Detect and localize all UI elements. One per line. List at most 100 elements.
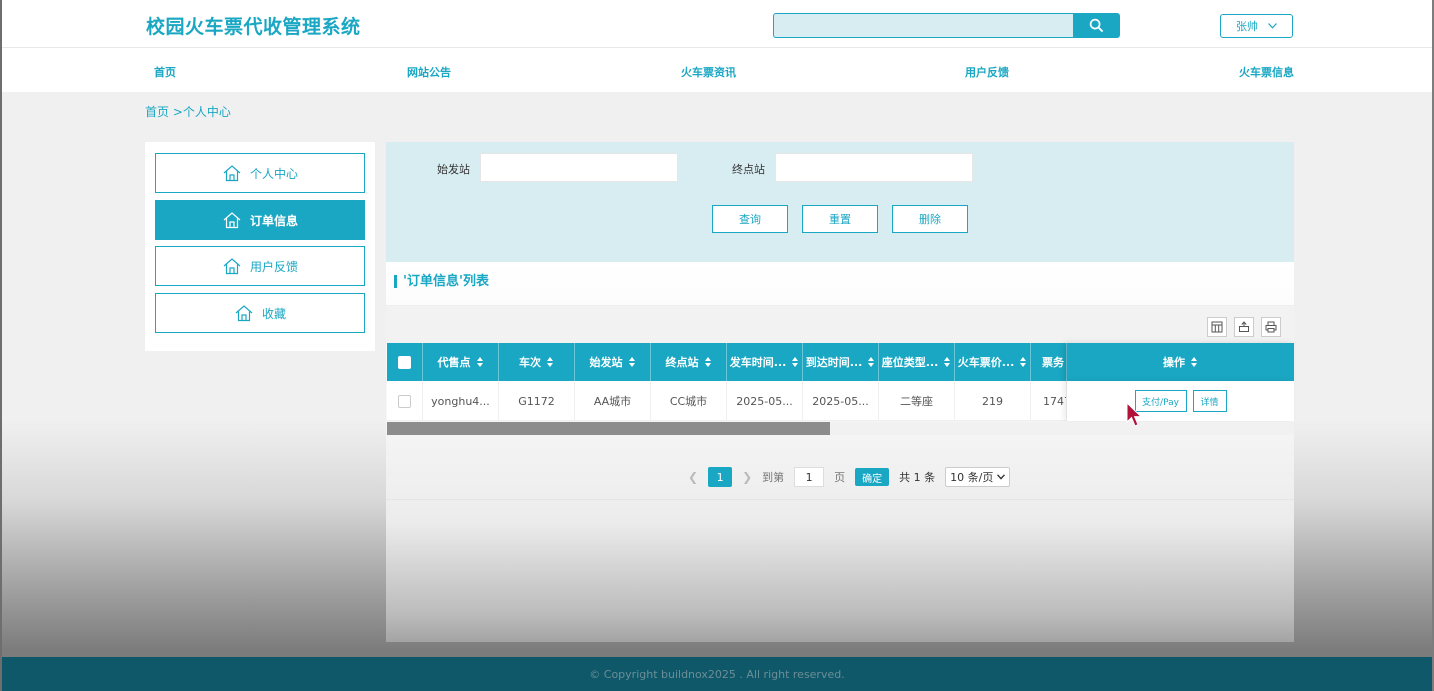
cell-arrival-time: 2025-05... [803, 381, 879, 421]
sidebar-item-label: 用户反馈 [249, 259, 298, 274]
table-row[interactable]: yonghu4... G1172 AA城市 CC城市 2025-05... 20… [387, 381, 1067, 421]
table-header: 代售点 车次 始发站 终点站 发车时间... 到达时间... 座位类型... 火… [387, 343, 1067, 381]
divider [386, 499, 1294, 500]
column-label: 车次 [519, 356, 541, 369]
sort-icon[interactable] [944, 357, 951, 367]
list-panel: '订单信息'列表 [386, 262, 1294, 642]
user-name: 张帅 [1236, 20, 1258, 33]
nav-item-home[interactable]: 首页 [154, 64, 176, 80]
mouse-cursor-icon [1126, 402, 1143, 427]
pagination: ❮ 1 ❯ 到第 1 页 确定 共 1 条 10 条/页 [688, 467, 1011, 487]
prev-page-icon[interactable]: ❮ [688, 470, 698, 484]
operation-cell: 支付/Pay 详情 [1067, 381, 1294, 421]
table-toolbar [386, 306, 1294, 344]
export-icon[interactable] [1234, 317, 1254, 337]
sort-icon[interactable] [547, 357, 554, 367]
print-icon[interactable] [1261, 317, 1281, 337]
scrollbar-thumb[interactable] [387, 422, 830, 435]
goto-confirm-button[interactable]: 确定 [855, 468, 890, 486]
search-button[interactable] [1073, 13, 1120, 38]
sort-icon[interactable] [1020, 357, 1027, 367]
cell-destination: CC城市 [651, 381, 727, 421]
page-size-select[interactable]: 10 条/页 [945, 467, 1011, 487]
column-header-seat-type[interactable]: 座位类型... [879, 343, 955, 381]
home-icon [223, 258, 241, 275]
search-input[interactable] [773, 13, 1073, 38]
sort-icon[interactable] [792, 357, 799, 367]
home-icon [235, 305, 253, 322]
next-page-icon[interactable]: ❯ [742, 470, 752, 484]
user-menu-button[interactable]: 张帅 [1220, 14, 1293, 38]
destination-input[interactable] [775, 153, 973, 182]
sort-icon[interactable] [628, 357, 636, 367]
cell-ticket-service: 1747 [1031, 381, 1067, 421]
cell-origin: AA城市 [575, 381, 651, 421]
checkbox[interactable] [398, 355, 411, 369]
column-label: 操作 [1163, 356, 1185, 369]
sort-icon[interactable] [1191, 357, 1198, 367]
nav-item-ticket-news[interactable]: 火车票资讯 [681, 64, 736, 80]
column-header-origin[interactable]: 始发站 [575, 343, 651, 381]
main-content: 始发站 终点站 查询 重置 删除 '订单信息'列表 代售点 车次 始发站 终点站… [386, 142, 1294, 642]
goto-page-input[interactable]: 1 [794, 467, 825, 487]
column-header-destination[interactable]: 终点站 [651, 343, 727, 381]
sort-icon[interactable] [476, 357, 484, 367]
column-label: 到达时间... [805, 356, 863, 369]
delete-button[interactable]: 删除 [892, 205, 968, 233]
column-header-departure-time[interactable]: 发车时间... [727, 343, 803, 381]
column-label: 火车票价... [957, 356, 1015, 369]
page-size-value: 10 条/页 [950, 471, 994, 484]
sidebar-item-label: 收藏 [261, 306, 286, 321]
app-title: 校园火车票代收管理系统 [146, 16, 361, 38]
copyright-text: © Copyright buildnox2025 . All right res… [589, 667, 845, 681]
home-icon [223, 212, 241, 229]
goto-suffix: 页 [834, 471, 846, 484]
column-header-agency[interactable]: 代售点 [423, 343, 499, 381]
goto-prefix: 到第 [762, 471, 785, 484]
column-header-arrival-time[interactable]: 到达时间... [803, 343, 879, 381]
cell-seat-type: 二等座 [879, 381, 955, 421]
sidebar-item-personal-center[interactable]: 个人中心 [155, 153, 365, 193]
detail-button[interactable]: 详情 [1192, 390, 1227, 412]
home-icon [223, 165, 241, 182]
cell-train-number: G1172 [499, 381, 575, 421]
column-label: 票务 [1042, 356, 1064, 369]
checkbox[interactable] [398, 394, 411, 408]
cell-agency: yonghu4... [423, 381, 499, 421]
nav-item-announcements[interactable]: 网站公告 [407, 64, 451, 80]
column-header-train-number[interactable]: 车次 [499, 343, 575, 381]
page-number-current[interactable]: 1 [708, 467, 733, 487]
sidebar-item-label: 个人中心 [249, 166, 298, 181]
select-all-checkbox[interactable] [387, 343, 423, 381]
column-label: 代售点 [437, 356, 471, 369]
sidebar-item-label: 订单信息 [249, 213, 298, 228]
column-header-operation[interactable]: 操作 [1067, 343, 1294, 381]
column-label: 终点站 [665, 356, 699, 369]
reset-button[interactable]: 重置 [802, 205, 878, 233]
nav-item-feedback[interactable]: 用户反馈 [965, 64, 1009, 80]
list-title: '订单信息'列表 [394, 275, 489, 288]
sidebar-item-orders[interactable]: 订单信息 [155, 200, 365, 240]
cell-ticket-price: 219 [955, 381, 1031, 421]
destination-label: 终点站 [732, 163, 765, 176]
sort-icon[interactable] [868, 357, 875, 367]
header: 校园火车票代收管理系统 张帅 [2, 0, 1432, 48]
columns-icon[interactable] [1207, 317, 1227, 337]
sidebar-item-feedback[interactable]: 用户反馈 [155, 246, 365, 286]
cell-departure-time: 2025-05... [727, 381, 803, 421]
total-count: 共 1 条 [899, 471, 936, 484]
sort-icon[interactable] [704, 357, 712, 367]
search-icon [1089, 18, 1104, 33]
row-select-cell[interactable] [387, 381, 423, 421]
query-button[interactable]: 查询 [712, 205, 788, 233]
chevron-down-icon [997, 474, 1006, 480]
sidebar-item-favorites[interactable]: 收藏 [155, 293, 365, 333]
origin-label: 始发站 [437, 163, 470, 176]
column-header-ticket-price[interactable]: 火车票价... [955, 343, 1031, 381]
column-header-ticket-service[interactable]: 票务 [1031, 343, 1067, 381]
breadcrumb[interactable]: 首页 >个人中心 [145, 103, 231, 120]
origin-input[interactable] [480, 153, 678, 182]
nav-item-ticket-info[interactable]: 火车票信息 [1239, 64, 1294, 80]
footer: © Copyright buildnox2025 . All right res… [2, 657, 1432, 691]
column-label: 发车时间... [729, 356, 787, 369]
